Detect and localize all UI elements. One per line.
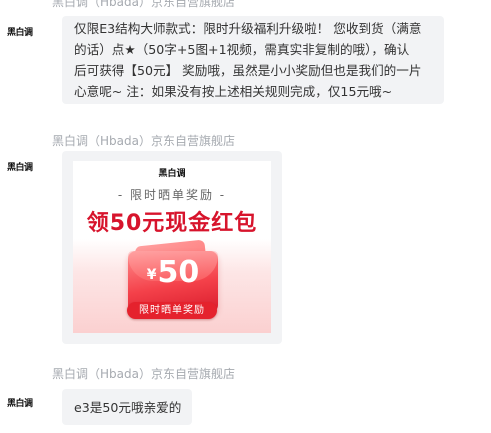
promo-badge: 限时晒单奖励 xyxy=(127,302,217,319)
promo-image[interactable]: 黑白调 - 限时晒单奖励 - 领50元现金红包 ¥50 限时晒单奖励 xyxy=(73,161,271,333)
promo-subtitle: - 限时晒单奖励 - xyxy=(117,188,227,202)
message-line: 后可获得【50元】 奖励哦，虽然是小小奖励但也是我们的一片 xyxy=(74,63,422,78)
sender-name: 黑白调（Hbada）京东自营旗舰店 xyxy=(52,0,235,9)
amount-value: 50 xyxy=(157,255,200,290)
avatar[interactable]: 黑白调 xyxy=(7,25,33,38)
sender-name: 黑白调（Hbada）京东自营旗舰店 xyxy=(52,367,235,381)
promo-headline: 领50元现金红包 xyxy=(86,211,258,236)
avatar[interactable]: 黑白调 xyxy=(7,396,33,409)
avatar[interactable]: 黑白调 xyxy=(7,160,33,173)
currency-symbol: ¥ xyxy=(146,267,157,283)
image-message[interactable]: 黑白调 - 限时晒单奖励 - 领50元现金红包 ¥50 限时晒单奖励 xyxy=(62,151,282,344)
envelope-amount: ¥50 xyxy=(135,255,211,291)
message-line: e3是50元哦亲爱的 xyxy=(74,400,182,415)
promo-brand: 黑白调 xyxy=(158,169,186,179)
message-line: 的话）点★（50字+5图+1视频，需真实非复制的哦），确认 xyxy=(74,42,410,57)
message-line: 心意呢~ 注：如果没有按上述相关规则完成，仅15元哦~ xyxy=(74,84,393,99)
message-bubble: 仅限E3结构大师款式：限时升级福利升级啦！ 您收到货（满意 的话）点★（50字+… xyxy=(62,16,444,104)
message-line: 仅限E3结构大师款式：限时升级福利升级啦！ 您收到货（满意 xyxy=(74,21,422,36)
sender-name: 黑白调（Hbada）京东自营旗舰店 xyxy=(52,134,235,148)
message-bubble: e3是50元哦亲爱的 xyxy=(62,389,192,425)
